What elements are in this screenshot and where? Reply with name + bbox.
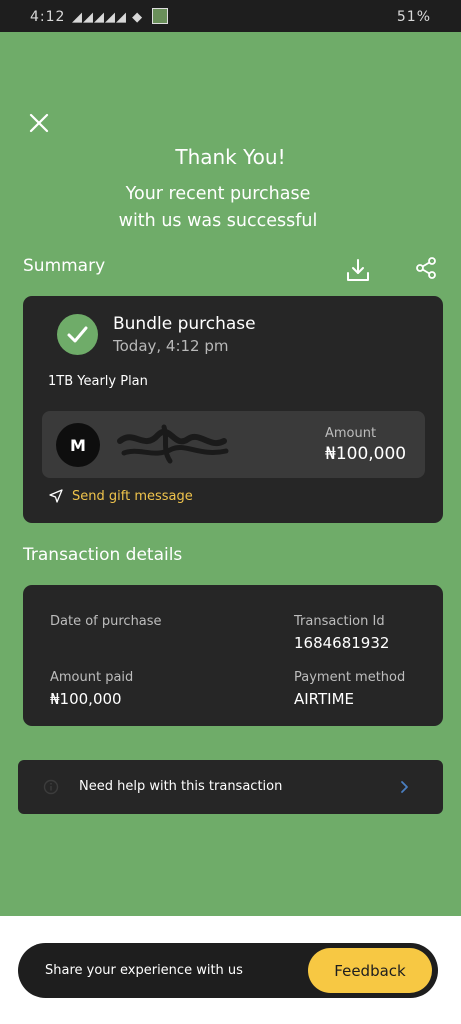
redaction-scribble [117,424,229,464]
share-button[interactable] [414,256,438,280]
notification-avatar-icon [152,8,169,24]
close-button[interactable] [27,111,51,135]
payment-method-value: AIRTIME [294,690,355,708]
purchase-title: Bundle purchase [113,314,256,334]
feedback-button[interactable]: Feedback [308,948,432,993]
notification-glyphs: ◢◢◢◢◢ ◆ [72,10,144,25]
amount-value: ₦100,000 [325,444,407,464]
transaction-id-value: 1684681932 [294,634,390,652]
amount-label: Amount [325,426,377,441]
chevron-right-icon [401,781,408,793]
notification-icons: ◢◢◢◢◢ ◆ [72,8,169,25]
purchase-time: Today, 4:12 pm [113,337,229,355]
feedback-prompt: Share your experience with us [45,963,243,978]
status-bar: 4:12 ◢◢◢◢◢ ◆ 51% [0,0,461,32]
send-gift-message-label: Send gift message [72,489,193,504]
battery-level: 51% [396,9,431,25]
success-badge [57,314,98,355]
share-icon [416,257,436,279]
amount-paid-label: Amount paid [50,670,134,685]
check-icon [67,326,88,343]
status-time: 4:12 [30,9,66,25]
page-title: Thank You! [175,145,286,169]
transaction-id-label: Transaction Id [294,614,385,629]
recipient-avatar: M [56,423,100,467]
plan-name: 1TB Yearly Plan [48,374,148,389]
help-transaction-button[interactable]: Need help with this transaction [18,760,443,814]
transaction-card: Date of purchase Transaction Id 16846819… [23,585,443,726]
subtitle-line-1: Your recent purchase [125,184,311,204]
subtitle-line-2: with us was successful [118,211,318,231]
download-icon [347,259,369,281]
summary-card: Bundle purchase Today, 4:12 pm 1TB Yearl… [23,296,443,523]
feedback-bar: Share your experience with us Feedback [18,943,438,998]
recipient-panel: M Amount ₦100,000 [42,411,425,478]
date-of-purchase-label: Date of purchase [50,614,162,629]
page-subtitle: Your recent purchase with us was success… [0,181,436,235]
send-icon [49,489,63,503]
summary-heading: Summary [23,256,106,276]
download-button[interactable] [344,256,372,284]
transaction-details-heading: Transaction details [23,545,183,565]
amount-paid-value: ₦100,000 [50,690,122,708]
close-icon [29,113,49,133]
info-icon [43,779,59,795]
help-transaction-label: Need help with this transaction [79,779,283,794]
payment-method-label: Payment method [294,670,406,685]
